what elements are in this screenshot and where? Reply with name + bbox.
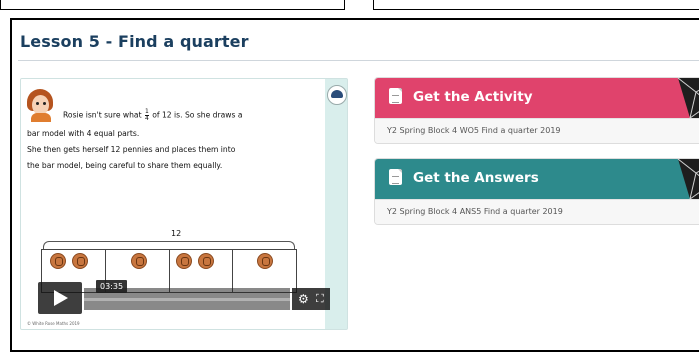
get-activity-label: Get the Activity <box>413 89 533 105</box>
title-divider <box>18 60 699 61</box>
lesson-video[interactable]: Rosie isn't sure what 1 4 of 12 is. So s… <box>20 78 348 330</box>
answers-card: Get the Answers Y2 Spring Block 4 ANS5 F… <box>374 158 699 225</box>
bar-total-label: 12 <box>171 229 182 238</box>
white-rose-logo-icon <box>327 85 347 105</box>
penny-coin <box>257 253 274 269</box>
answers-file-link[interactable]: Y2 Spring Block 4 ANS5 Find a quarter 20… <box>375 199 699 224</box>
slide-line-1: Rosie isn't sure what 1 4 of 12 is. So s… <box>63 108 243 122</box>
slide-line-2: bar model with 4 equal parts. <box>27 129 140 138</box>
get-answers-button[interactable]: Get the Answers <box>375 159 699 199</box>
document-icon <box>389 88 402 104</box>
lesson-panel: Lesson 5 - Find a quarter Rosie isn't su… <box>10 18 699 352</box>
geometric-pattern-icon <box>677 78 699 118</box>
penny-coin <box>72 253 88 269</box>
top-panel-right <box>373 0 699 10</box>
fraction-quarter: 1 4 <box>144 108 149 122</box>
top-panel-left <box>0 0 345 10</box>
fullscreen-icon[interactable]: ⛶ <box>316 288 324 310</box>
geometric-pattern-icon <box>677 159 699 199</box>
video-controls: 03:35 ⚙ ⛶ <box>38 280 330 316</box>
penny-coin <box>50 253 66 269</box>
slide-line-3: She then gets herself 12 pennies and pla… <box>27 145 236 154</box>
progress-bar[interactable] <box>84 298 290 301</box>
get-answers-label: Get the Answers <box>413 170 539 186</box>
activity-card: Get the Activity Y2 Spring Block 4 WO5 F… <box>374 77 699 144</box>
player-options: ⚙ ⛶ <box>292 288 330 310</box>
rosie-avatar <box>25 89 55 122</box>
penny-coin <box>130 253 147 269</box>
get-activity-button[interactable]: Get the Activity <box>375 78 699 118</box>
slide-copyright: © White Rose Maths 2019 <box>27 321 80 326</box>
penny-coin <box>197 253 214 269</box>
activity-file-link[interactable]: Y2 Spring Block 4 WO5 Find a quarter 201… <box>375 118 699 143</box>
time-tooltip: 03:35 <box>96 280 128 293</box>
slide-line-4: the bar model, being careful to share th… <box>27 161 223 170</box>
settings-gear-icon[interactable]: ⚙ <box>298 288 309 310</box>
lesson-title: Lesson 5 - Find a quarter <box>20 32 249 51</box>
document-check-icon <box>389 169 402 185</box>
penny-coin <box>175 253 192 269</box>
play-icon <box>54 290 68 306</box>
play-button[interactable] <box>38 282 82 314</box>
